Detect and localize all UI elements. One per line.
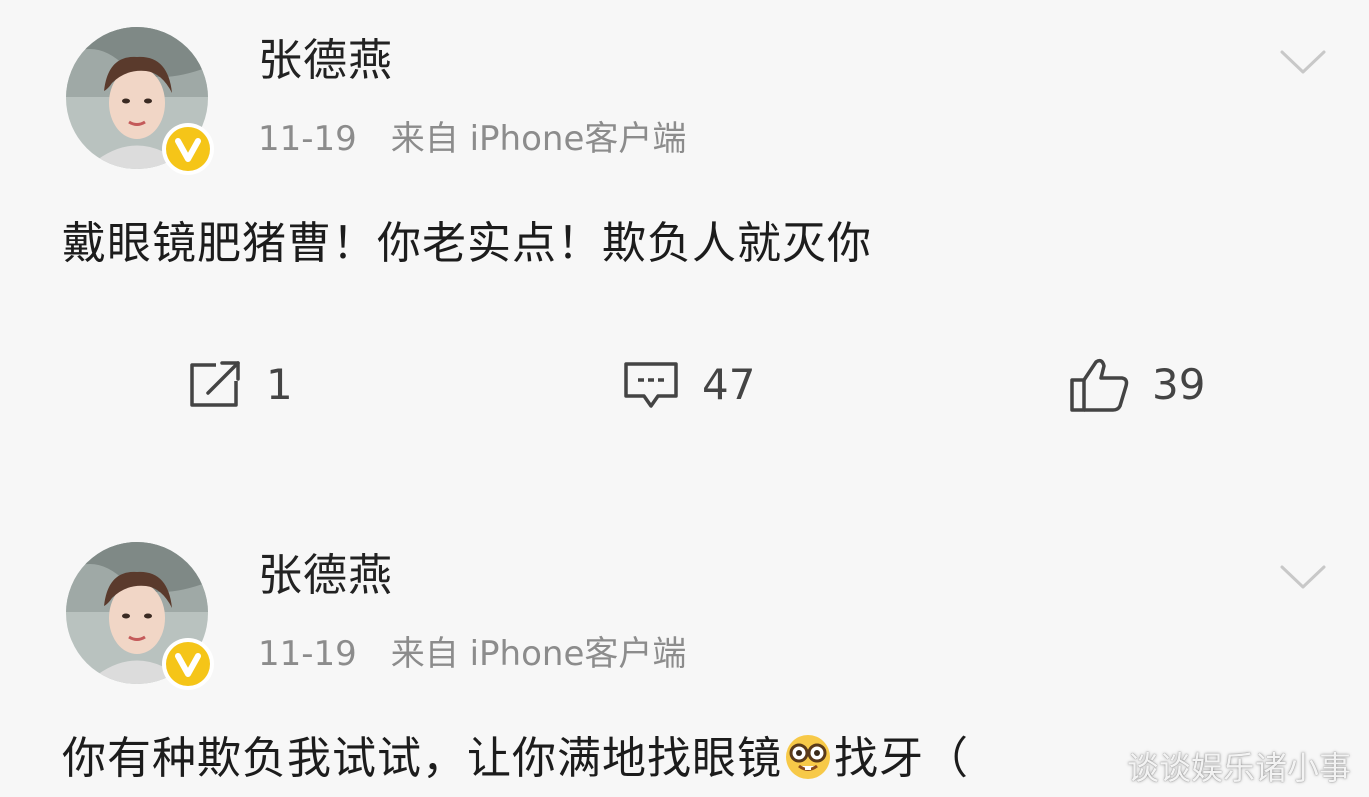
nerd-face-emoji-icon [786,735,830,779]
post-content: 戴眼镜肥猪曹！你老实点！欺负人就灭你 [62,218,872,269]
post-source: 来自 iPhone客户端 [390,634,687,674]
post-date: 11-19 [258,119,357,159]
watermark: 谈谈娱乐诸小事 [1126,749,1351,787]
post-source: 来自 iPhone客户端 [390,119,687,159]
chevron-down-icon[interactable] [1278,561,1328,591]
username[interactable]: 张德燕 [258,548,393,604]
repost-button[interactable]: 1 [186,355,293,415]
thumbs-up-icon [1070,358,1129,412]
post-content-before-emoji: 你有种欺负我试试，让你满地找眼镜 [62,733,782,784]
post-content-after-emoji: 找牙（ [834,733,969,784]
username[interactable]: 张德燕 [258,33,393,89]
post-meta: 11-19 来自 iPhone客户端 [258,116,686,162]
comment-icon [624,362,678,408]
post-card: 张德燕 11-19 来自 iPhone客户端 戴眼镜肥猪曹！你老实点！欺负人就灭你… [0,0,1369,480]
comment-count: 47 [702,360,756,409]
share-icon [190,361,240,407]
comment-button[interactable]: 47 [622,355,755,415]
chevron-down-icon[interactable] [1278,46,1328,76]
like-button[interactable]: 39 [1068,355,1205,415]
verified-badge-icon [160,636,216,692]
post-content: 你有种欺负我试试，让你满地找眼镜 找牙（ [62,729,969,789]
post-meta: 11-19 来自 iPhone客户端 [258,631,686,677]
like-count: 39 [1152,360,1206,409]
post-date: 11-19 [258,634,357,674]
repost-count: 1 [266,360,293,409]
verified-badge-icon [160,121,216,177]
